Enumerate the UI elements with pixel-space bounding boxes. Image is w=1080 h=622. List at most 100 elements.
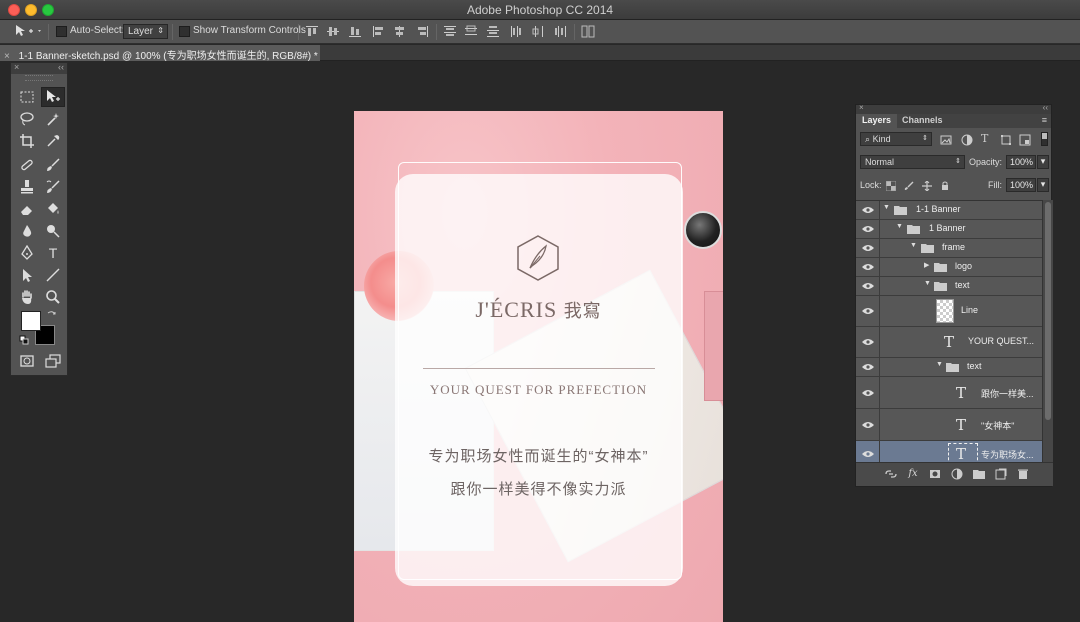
add-mask-button[interactable] bbox=[928, 468, 942, 481]
lasso-tool[interactable] bbox=[15, 109, 39, 129]
paint-bucket-tool[interactable] bbox=[41, 199, 65, 219]
show-transform-controls-checkbox[interactable] bbox=[179, 26, 190, 37]
history-brush-tool[interactable] bbox=[41, 177, 65, 197]
new-layer-button[interactable] bbox=[994, 468, 1008, 481]
align-horizontal-centers-button[interactable] bbox=[393, 25, 407, 38]
visibility-toggle[interactable] bbox=[856, 277, 880, 295]
distribute-horizontal-centers-button[interactable] bbox=[532, 25, 546, 38]
screen-mode-button[interactable] bbox=[41, 351, 65, 371]
visibility-toggle[interactable] bbox=[856, 377, 880, 408]
panel-grip[interactable] bbox=[25, 75, 53, 81]
fill-slider-button[interactable]: ▾ bbox=[1037, 178, 1049, 192]
layer-row-line2-text[interactable]: T 跟你一样美... bbox=[856, 377, 1042, 409]
filter-toggle-switch[interactable] bbox=[1041, 132, 1048, 146]
document-canvas[interactable]: J'ÉCRIS 我寫 YOUR QUEST FOR PREFECTION 专为职… bbox=[354, 111, 723, 622]
auto-select-dropdown[interactable]: Layer ⇕ bbox=[123, 24, 168, 39]
layer-row-your-quest[interactable]: T YOUR QUEST... bbox=[856, 327, 1042, 358]
move-tool[interactable] bbox=[41, 87, 65, 107]
visibility-toggle[interactable] bbox=[856, 220, 880, 238]
dodge-tool[interactable] bbox=[41, 221, 65, 241]
visibility-toggle[interactable] bbox=[856, 327, 880, 357]
crop-tool[interactable] bbox=[15, 131, 39, 151]
filter-type-icon[interactable]: T bbox=[981, 132, 988, 145]
spot-healing-brush-tool[interactable] bbox=[15, 155, 39, 175]
lock-pixels-brush-icon[interactable] bbox=[904, 181, 914, 191]
hand-tool[interactable] bbox=[15, 287, 39, 307]
pen-tool[interactable] bbox=[15, 243, 39, 263]
delete-layer-button[interactable] bbox=[1016, 468, 1030, 481]
document-tab[interactable]: × 1-1 Banner-sketch.psd @ 100% (专为职场女性而诞… bbox=[0, 45, 320, 61]
close-panel-icon[interactable]: × bbox=[859, 103, 864, 112]
group-collapse-arrow-icon[interactable]: ▶ bbox=[924, 261, 929, 269]
quick-mask-button[interactable] bbox=[15, 351, 39, 371]
link-layers-button[interactable] bbox=[884, 468, 898, 481]
lock-all-icon[interactable] bbox=[940, 181, 950, 191]
filter-smart-object-icon[interactable] bbox=[1019, 134, 1031, 146]
path-selection-tool[interactable] bbox=[15, 265, 39, 285]
layer-row-text-group[interactable]: ▼ text bbox=[856, 277, 1042, 296]
filter-pixel-icon[interactable] bbox=[940, 134, 952, 146]
layer-row-nvshenben-text[interactable]: T "女神本" bbox=[856, 409, 1042, 441]
align-vertical-centers-button[interactable] bbox=[326, 25, 340, 38]
layer-row-logo[interactable]: ▶ logo bbox=[856, 258, 1042, 277]
clone-stamp-tool[interactable] bbox=[15, 177, 39, 197]
filter-kind-dropdown[interactable]: ⌕ Kind ⇕ bbox=[860, 132, 932, 146]
layer-row-frame[interactable]: ▼ frame bbox=[856, 239, 1042, 258]
filter-shape-icon[interactable] bbox=[1000, 134, 1012, 146]
layer-style-button[interactable]: fx bbox=[906, 468, 920, 481]
lock-position-icon[interactable] bbox=[922, 181, 932, 191]
group-expand-arrow-icon[interactable]: ▼ bbox=[910, 242, 917, 249]
group-expand-arrow-icon[interactable]: ▼ bbox=[924, 280, 931, 287]
group-expand-arrow-icon[interactable]: ▼ bbox=[936, 361, 943, 368]
align-bottom-edges-button[interactable] bbox=[348, 25, 362, 38]
zoom-tool[interactable] bbox=[41, 287, 65, 307]
visibility-toggle[interactable] bbox=[856, 409, 880, 440]
visibility-toggle[interactable] bbox=[856, 296, 880, 326]
distribute-bottom-button[interactable] bbox=[486, 25, 500, 38]
type-tool[interactable]: T bbox=[41, 243, 65, 263]
eyedropper-tool[interactable] bbox=[41, 131, 65, 151]
new-group-button[interactable] bbox=[972, 468, 986, 481]
collapse-panel-icon[interactable]: ‹‹ bbox=[1043, 103, 1048, 112]
tab-channels[interactable]: Channels bbox=[896, 114, 949, 128]
distribute-left-button[interactable] bbox=[510, 25, 524, 38]
filter-adjustment-icon[interactable] bbox=[961, 134, 973, 146]
panel-menu-icon[interactable]: ≡ bbox=[1042, 115, 1047, 125]
tools-panel-header[interactable]: × ‹‹ bbox=[11, 62, 67, 74]
layer-row-line1-text-selected[interactable]: T 专为职场女... bbox=[856, 441, 1042, 464]
visibility-toggle[interactable] bbox=[856, 358, 880, 376]
adjustment-layer-button[interactable] bbox=[950, 468, 964, 481]
close-panel-icon[interactable]: × bbox=[14, 62, 19, 72]
brush-tool[interactable] bbox=[41, 155, 65, 175]
close-tab-icon[interactable]: × bbox=[4, 51, 10, 61]
group-expand-arrow-icon[interactable]: ▼ bbox=[883, 204, 890, 211]
scrollbar-thumb[interactable] bbox=[1045, 202, 1051, 420]
auto-select-checkbox[interactable] bbox=[56, 26, 67, 37]
align-right-edges-button[interactable] bbox=[415, 25, 429, 38]
layer-row-1-1-banner[interactable]: ▼ 1-1 Banner bbox=[856, 201, 1042, 220]
align-left-edges-button[interactable] bbox=[372, 25, 386, 38]
layer-row-line[interactable]: Line bbox=[856, 296, 1042, 327]
distribute-vertical-centers-button[interactable] bbox=[464, 25, 478, 38]
align-top-edges-button[interactable] bbox=[305, 25, 319, 38]
distribute-right-button[interactable] bbox=[553, 25, 567, 38]
foreground-color-swatch[interactable] bbox=[21, 311, 41, 331]
eraser-tool[interactable] bbox=[15, 199, 39, 219]
rectangular-marquee-tool[interactable] bbox=[15, 87, 39, 107]
auto-align-layers-button[interactable] bbox=[581, 25, 595, 38]
line-tool[interactable] bbox=[41, 265, 65, 285]
opacity-input[interactable]: 100% bbox=[1006, 155, 1036, 169]
visibility-toggle[interactable] bbox=[856, 239, 880, 257]
tab-layers[interactable]: Layers bbox=[856, 114, 898, 128]
distribute-top-button[interactable] bbox=[443, 25, 457, 38]
move-tool-preset-picker[interactable] bbox=[14, 24, 44, 37]
fill-input[interactable]: 100% bbox=[1006, 178, 1036, 192]
collapse-panel-icon[interactable]: ‹‹ bbox=[58, 62, 64, 72]
blend-mode-dropdown[interactable]: Normal ⇕ bbox=[860, 155, 965, 169]
lock-transparency-icon[interactable] bbox=[886, 181, 896, 191]
layer-row-1-banner[interactable]: ▼ 1 Banner bbox=[856, 220, 1042, 239]
group-expand-arrow-icon[interactable]: ▼ bbox=[896, 223, 903, 230]
blur-tool[interactable] bbox=[15, 221, 39, 241]
layers-scrollbar[interactable] bbox=[1042, 200, 1053, 464]
layers-panel-header[interactable]: × ‹‹ bbox=[856, 103, 1051, 114]
